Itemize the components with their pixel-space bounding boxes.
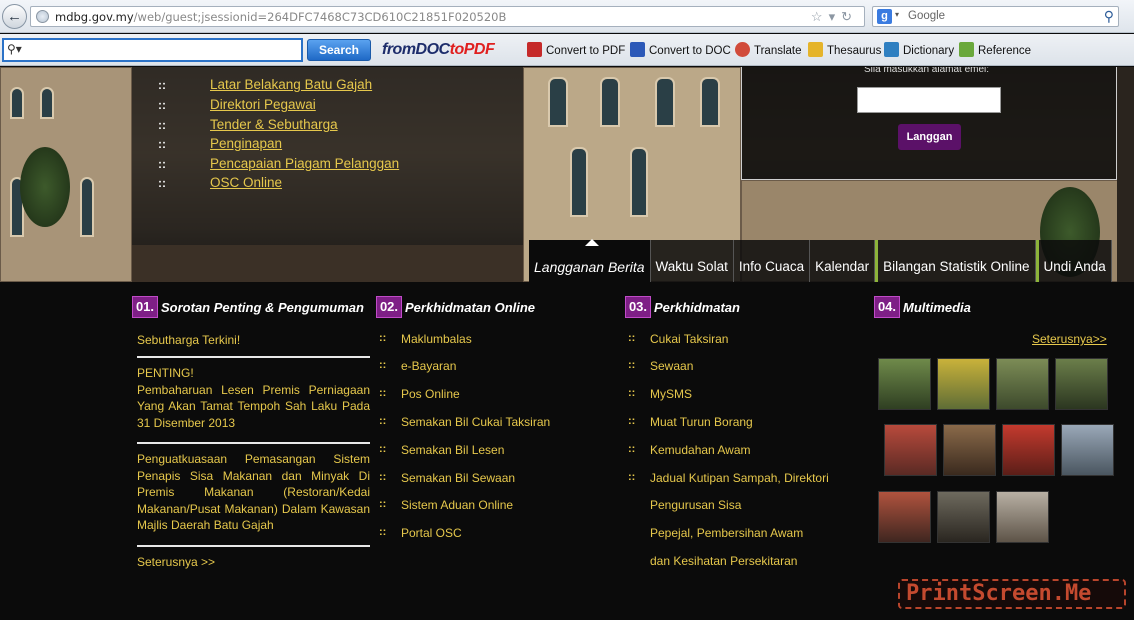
quick-link-osc[interactable]: :: OSC Online — [158, 175, 282, 193]
toolbar-item-thesaurus[interactable]: Thesaurus — [808, 42, 881, 60]
multimedia-thumbnail[interactable] — [1002, 424, 1055, 476]
star-icon[interactable]: ☆ — [811, 9, 829, 24]
quick-links-panel: :: Latar Belakang Batu Gajah :: Direktori … — [132, 67, 523, 245]
quick-link-penginapan[interactable]: :: Penginapan — [158, 136, 282, 154]
engine-caret-icon[interactable]: ▾ — [895, 10, 899, 19]
window — [40, 87, 54, 119]
globe-icon — [36, 10, 49, 23]
reload-icon[interactable]: ↻ — [841, 9, 858, 24]
search-icon[interactable]: ⚲ — [1104, 8, 1114, 25]
translate-icon — [735, 42, 750, 57]
reference-icon — [959, 42, 974, 57]
hero-banner: :: Latar Belakang Batu Gajah :: Direktori … — [0, 67, 1134, 282]
tab-info-cuaca[interactable]: Info Cuaca — [733, 240, 811, 282]
multimedia-thumbnail[interactable] — [1061, 424, 1114, 476]
subscribe-button[interactable]: Langgan — [898, 124, 961, 150]
window — [655, 77, 675, 127]
browser-search-input[interactable]: Google — [908, 10, 945, 22]
google-icon[interactable]: g — [877, 9, 892, 24]
info-tabs: Langganan Berita Waktu Solat Info Cuaca … — [529, 239, 1112, 282]
announcement-penting[interactable]: PENTING! Pembaharuan Lesen Premis Pernia… — [137, 365, 370, 431]
window — [600, 77, 620, 127]
search-icon: ⚲▾ — [7, 42, 22, 56]
tab-undi-anda[interactable]: Undi Anda — [1035, 240, 1112, 282]
multimedia-thumbnail[interactable] — [1055, 358, 1108, 410]
doc-icon — [630, 42, 645, 57]
dictionary-icon — [884, 42, 899, 57]
toolbar-item-dictionary[interactable]: Dictionary — [884, 42, 954, 60]
tree — [20, 147, 70, 227]
toolbar-item-convert-pdf[interactable]: Convert to PDF — [527, 42, 625, 60]
url-actions[interactable]: ☆▾↻ — [811, 9, 858, 25]
toolbar-item-translate[interactable]: Translate — [735, 42, 802, 60]
quick-link-piagam[interactable]: :: Pencapaian Piagam Pelanggan — [158, 156, 399, 174]
multimedia-thumbnail[interactable] — [943, 424, 996, 476]
quick-link-latar-belakang[interactable]: :: Latar Belakang Batu Gajah — [158, 77, 372, 95]
section-header-online-services: 02. Perkhidmatan Online — [376, 296, 535, 318]
multimedia-thumbnail[interactable] — [884, 424, 937, 476]
divider — [137, 442, 370, 444]
tab-waktu-solat[interactable]: Waktu Solat — [650, 240, 734, 282]
address-bar[interactable]: mdbg.gov.my/web/guest;jsessionid=264DFC7… — [30, 6, 865, 27]
announcement-penguatkuasaan[interactable]: Penguatkuasaan Pemasangan Sistem Penapis… — [137, 451, 370, 534]
back-button[interactable]: ← — [2, 4, 27, 29]
toolbar-item-convert-doc[interactable]: Convert to DOC — [630, 42, 731, 60]
quick-link-tender[interactable]: :: Tender & Sebutharga — [158, 117, 338, 135]
quick-link-direktori[interactable]: :: Direktori Pegawai — [158, 97, 316, 115]
toolbar-item-reference[interactable]: Reference — [959, 42, 1031, 60]
fromdoctopdf-logo[interactable]: fromDOCtoPDF — [382, 41, 514, 59]
divider — [137, 356, 370, 358]
announcement-sebutharga[interactable]: Sebutharga Terkini! — [137, 332, 240, 349]
right-edge — [1117, 67, 1134, 282]
window — [570, 147, 588, 217]
multimedia-thumbnail[interactable] — [937, 491, 990, 543]
section-header-services: 03. Perkhidmatan — [625, 296, 740, 318]
url-text: mdbg.gov.my/web/guest;jsessionid=264DFC7… — [55, 10, 507, 24]
newsletter-email-input[interactable] — [857, 87, 1001, 113]
section-header-multimedia: 04. Multimedia — [874, 296, 971, 318]
dropdown-caret-icon[interactable]: ▾ — [829, 9, 842, 24]
tab-kalendar[interactable]: Kalendar — [810, 240, 876, 282]
window — [630, 147, 648, 217]
browser-nav-bar: ← mdbg.gov.my/web/guest;jsessionid=264DF… — [0, 0, 1134, 33]
pdf-icon — [527, 42, 542, 57]
announcements-more-link[interactable]: Seterusnya >> — [137, 555, 215, 569]
divider — [137, 545, 370, 547]
newsletter-prompt: Sila masukkan alamat emel: — [864, 67, 990, 75]
printscreen-watermark: PrintScreen.Me — [898, 579, 1126, 609]
tab-statistik[interactable]: Bilangan Statistik Online — [875, 240, 1036, 282]
window — [700, 77, 720, 127]
thesaurus-icon — [808, 42, 823, 57]
multimedia-thumbnail[interactable] — [878, 491, 931, 543]
browser-search-box[interactable]: g ▾ Google ⚲ — [872, 6, 1119, 27]
multimedia-thumbnail[interactable] — [937, 358, 990, 410]
active-caret-icon — [585, 239, 599, 246]
section-header-announcements: 01. Sorotan Penting & Pengumuman — [132, 296, 364, 318]
window — [80, 177, 94, 237]
addon-toolbar: ⚲▾ Search fromDOCtoPDF Convert to PDF Co… — [0, 34, 1134, 66]
multimedia-thumbnail[interactable] — [996, 358, 1049, 410]
multimedia-more-link[interactable]: Seterusnya>> — [1032, 332, 1107, 346]
multimedia-thumbnail[interactable] — [878, 358, 931, 410]
ground-shadow — [132, 245, 523, 282]
toolbar-search-button[interactable]: Search — [307, 39, 371, 61]
window — [10, 87, 24, 119]
newsletter-panel: Sila masukkan alamat emel: Langgan — [741, 67, 1117, 180]
window — [548, 77, 568, 127]
toolbar-search-input[interactable]: ⚲▾ — [2, 38, 303, 62]
tab-langganan-berita[interactable]: Langganan Berita — [529, 239, 651, 282]
multimedia-thumbnail[interactable] — [996, 491, 1049, 543]
